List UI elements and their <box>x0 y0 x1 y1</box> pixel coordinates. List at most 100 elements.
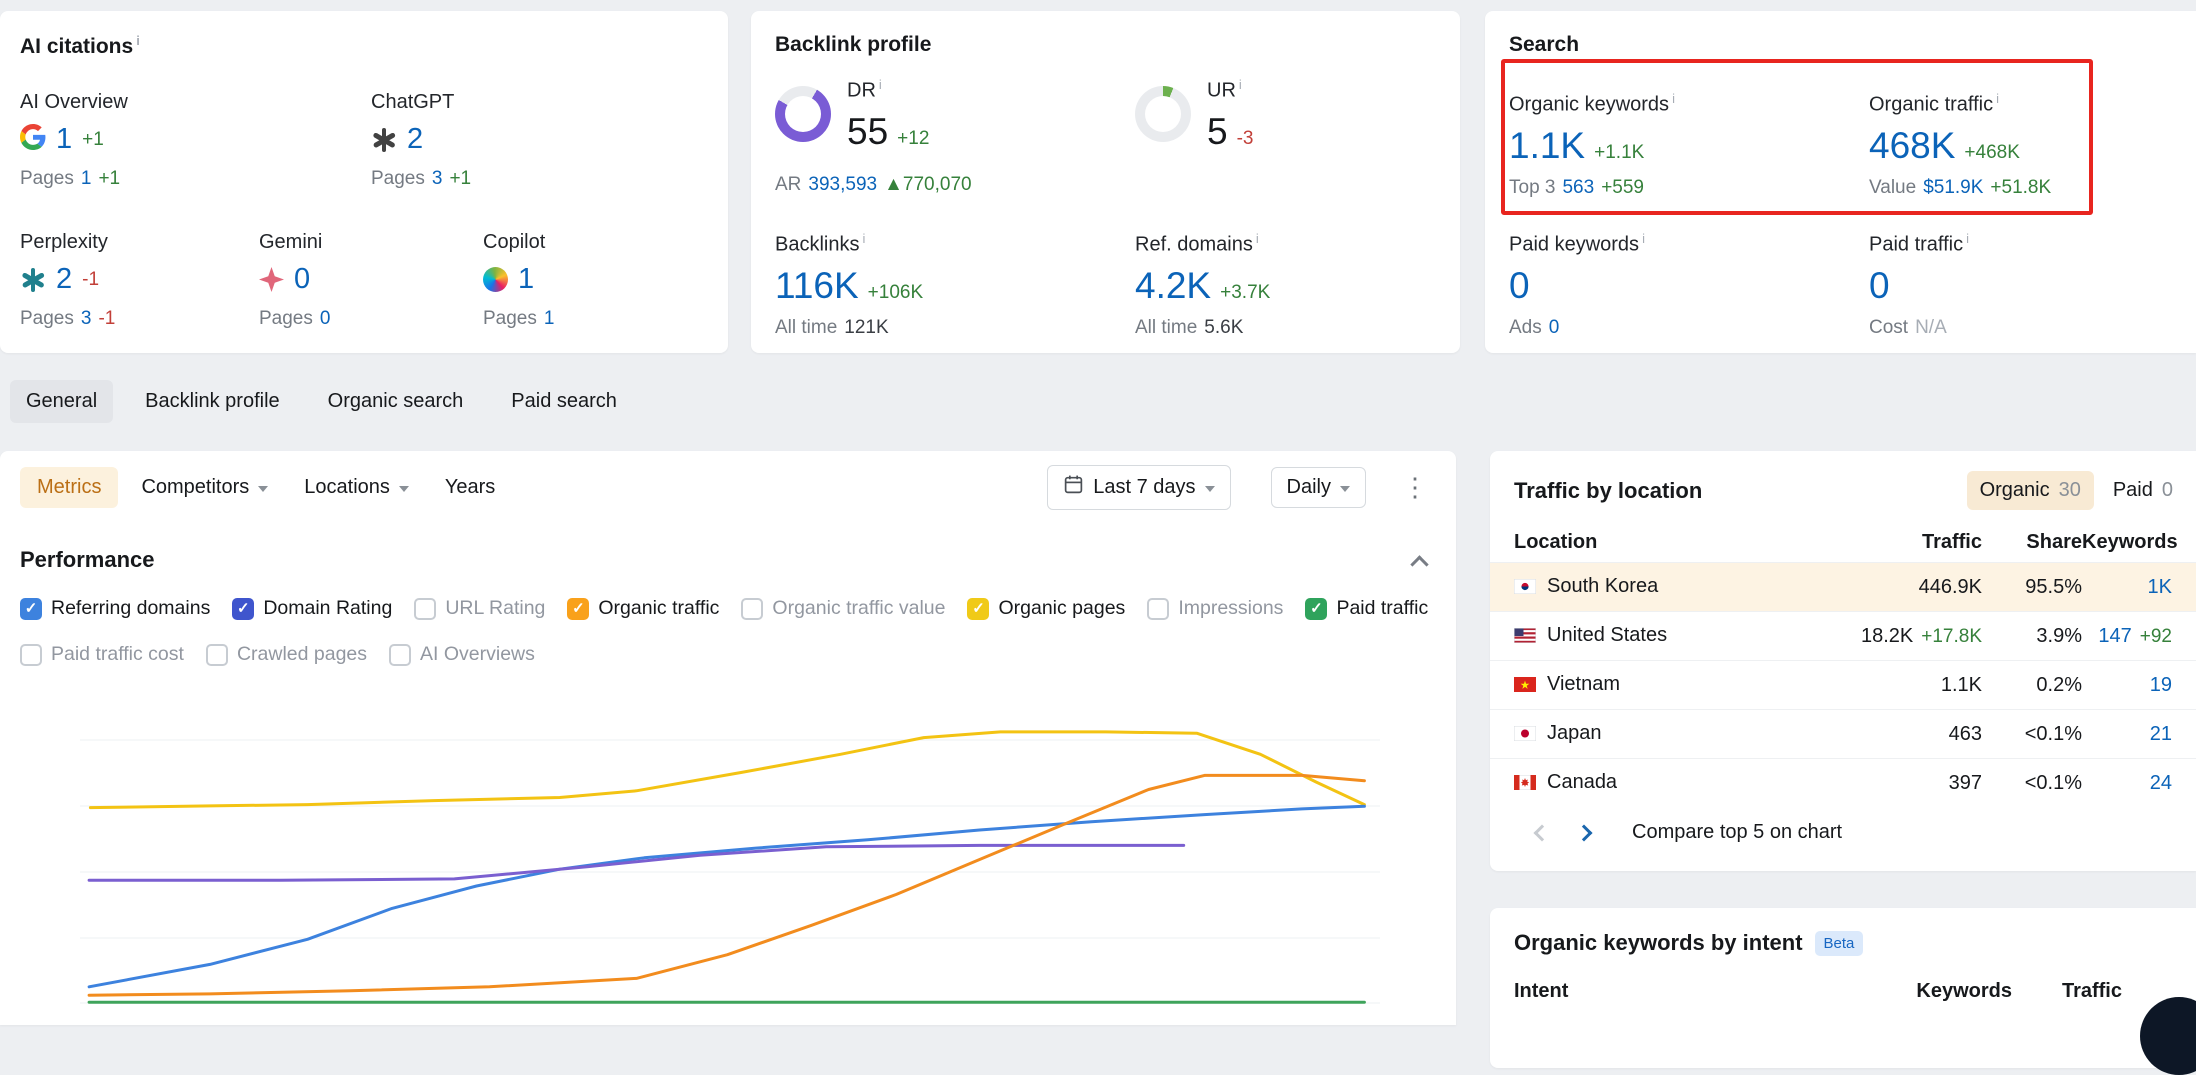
metric-checkbox-paid-traffic-cost[interactable]: Paid traffic cost <box>20 643 184 666</box>
organic-traffic-value[interactable]: 468K <box>1869 126 1955 166</box>
info-icon: i <box>136 33 140 48</box>
checkbox-label: Referring domains <box>51 597 210 620</box>
years-button[interactable]: Years <box>432 467 508 508</box>
paid-tab[interactable]: Paid0 <box>2100 471 2186 510</box>
alltime-label: All time <box>775 317 837 339</box>
delta: +12 <box>897 128 929 150</box>
date-range-dropdown[interactable]: Last 7 days <box>1047 465 1230 510</box>
metric-checkbox-referring-domains[interactable]: ✓ Referring domains <box>20 597 210 620</box>
checkbox[interactable]: ✓ <box>567 598 589 620</box>
perplexity-icon <box>20 267 46 293</box>
pages-label: Pages <box>20 168 74 190</box>
info-icon: i <box>862 231 865 246</box>
previous-page-chevron-icon[interactable] <box>1534 824 1551 841</box>
sub-value[interactable]: 563 <box>1562 177 1594 199</box>
performance-chart[interactable] <box>80 688 1380 1023</box>
paid-count: 0 <box>2162 479 2173 502</box>
collapse-chevron-up-icon[interactable] <box>1410 555 1428 573</box>
checkbox[interactable]: ✓ <box>967 598 989 620</box>
competitors-dropdown[interactable]: Competitors <box>128 467 281 508</box>
gemini-value[interactable]: 0 <box>294 263 310 296</box>
pages-value[interactable]: 3 <box>432 168 443 190</box>
locations-dropdown[interactable]: Locations <box>291 467 422 508</box>
paid-traffic-value[interactable]: 0 <box>1869 266 1890 306</box>
search-title: Search <box>1509 33 1579 57</box>
metric-checkbox-ai-overviews[interactable]: AI Overviews <box>389 643 535 666</box>
keywords-link[interactable]: 1K <box>2082 576 2172 599</box>
metric-checkbox-domain-rating[interactable]: ✓Domain Rating <box>232 597 392 620</box>
traffic-by-location-title: Traffic by location <box>1514 478 1702 504</box>
pages-delta: -1 <box>98 308 115 330</box>
table-row-united-states[interactable]: United States 18.2K+17.8K 3.9% 147+92 <box>1490 611 2196 660</box>
ar-label: AR <box>775 174 801 196</box>
url-rating-metric: URi 5 -3 <box>1135 77 1253 152</box>
table-row-japan[interactable]: Japan 463 <0.1% 21 <box>1490 709 2196 758</box>
pages-value[interactable]: 1 <box>81 168 92 190</box>
tab-general[interactable]: General <box>10 380 113 423</box>
backlinks-value[interactable]: 116K <box>775 266 859 306</box>
metric-checkbox-organic-traffic[interactable]: ✓Organic traffic <box>567 597 719 620</box>
checkbox[interactable]: ✓ <box>20 598 42 620</box>
keywords-link[interactable]: 19 <box>2082 674 2172 697</box>
granularity-dropdown[interactable]: Daily <box>1271 467 1366 508</box>
metric-checkbox-impressions[interactable]: Impressions <box>1147 597 1283 620</box>
keywords-link[interactable]: 24 <box>2082 772 2172 795</box>
metric-label: Backlinks <box>775 234 859 256</box>
ref-domains-value[interactable]: 4.2K <box>1135 266 1211 306</box>
checkbox[interactable] <box>1147 598 1169 620</box>
ai-overview-value[interactable]: 1 <box>56 123 72 156</box>
info-icon: i <box>1672 91 1675 106</box>
table-row-canada[interactable]: Canada 397 <0.1% 24 <box>1490 758 2196 807</box>
checkbox[interactable] <box>414 598 436 620</box>
next-page-chevron-icon[interactable] <box>1576 824 1593 841</box>
check-icon: ✓ <box>972 601 985 616</box>
organic-keywords-value[interactable]: 1.1K <box>1509 126 1585 166</box>
country-name: Canada <box>1547 771 1617 793</box>
keywords-link[interactable]: 21 <box>2082 723 2172 746</box>
organic-tab[interactable]: Organic30 <box>1967 471 2094 510</box>
performance-header: Performance <box>20 547 1426 573</box>
keywords-link[interactable]: 147 <box>2098 625 2131 647</box>
metric-checkbox-crawled-pages[interactable]: Crawled pages <box>206 643 367 666</box>
checkbox[interactable] <box>20 644 42 666</box>
table-row-vietnam[interactable]: Vietnam 1.1K 0.2% 19 <box>1490 660 2196 709</box>
tab-paid-search[interactable]: Paid search <box>495 380 633 423</box>
metric-checkbox-organic-traffic-value[interactable]: Organic traffic value <box>741 597 945 620</box>
intent-table-header: Intent Keywords Traffic <box>1490 980 2196 1003</box>
pages-value[interactable]: 3 <box>81 308 92 330</box>
metric-checkbox-paid-traffic[interactable]: ✓Paid traffic <box>1305 597 1428 620</box>
copilot-value[interactable]: 1 <box>518 263 534 296</box>
check-icon: ✓ <box>1310 601 1323 616</box>
chatgpt-value[interactable]: 2 <box>407 123 423 156</box>
checkbox[interactable]: ✓ <box>232 598 254 620</box>
more-options-kebab-icon[interactable]: ⋮ <box>1402 474 1428 500</box>
pages-value[interactable]: 0 <box>320 308 331 330</box>
country-name: Japan <box>1547 722 1602 744</box>
metric-checkbox-organic-pages[interactable]: ✓Organic pages <box>967 597 1125 620</box>
ar-value[interactable]: 393,593 <box>808 174 877 196</box>
checkbox[interactable] <box>741 598 763 620</box>
table-row-south-korea[interactable]: South Korea 446.9K 95.5% 1K <box>1490 562 2196 611</box>
pages-value[interactable]: 1 <box>544 308 555 330</box>
metrics-button[interactable]: Metrics <box>20 467 118 508</box>
checkbox[interactable]: ✓ <box>1305 598 1327 620</box>
checkbox-label: AI Overviews <box>420 643 535 666</box>
backlink-profile-card: Backlink profile DRi 55 +12 AR 393,593 ▲… <box>751 11 1460 353</box>
chart-line-domain-rating <box>89 845 1184 880</box>
tab-backlink-profile[interactable]: Backlink profile <box>129 380 296 423</box>
metric-checkbox-url-rating[interactable]: URL Rating <box>414 597 545 620</box>
sub-value[interactable]: 0 <box>1549 317 1560 339</box>
perplexity-value[interactable]: 2 <box>56 263 72 296</box>
delta: +468K <box>1964 142 2019 164</box>
sub-value[interactable]: $51.9K <box>1923 177 1983 199</box>
compare-top5-label: Compare top 5 on chart <box>1632 821 1842 844</box>
checkbox[interactable] <box>389 644 411 666</box>
paid-keywords-value[interactable]: 0 <box>1509 266 1530 306</box>
flag-jp-icon <box>1514 724 1536 747</box>
keywords-cell: 147+92 <box>2082 625 2172 648</box>
checkbox[interactable] <box>206 644 228 666</box>
share-value: 0.2% <box>1982 674 2082 697</box>
metric-label: ChatGPT <box>371 91 471 114</box>
tab-organic-search[interactable]: Organic search <box>312 380 480 423</box>
gemini-icon <box>259 267 284 292</box>
